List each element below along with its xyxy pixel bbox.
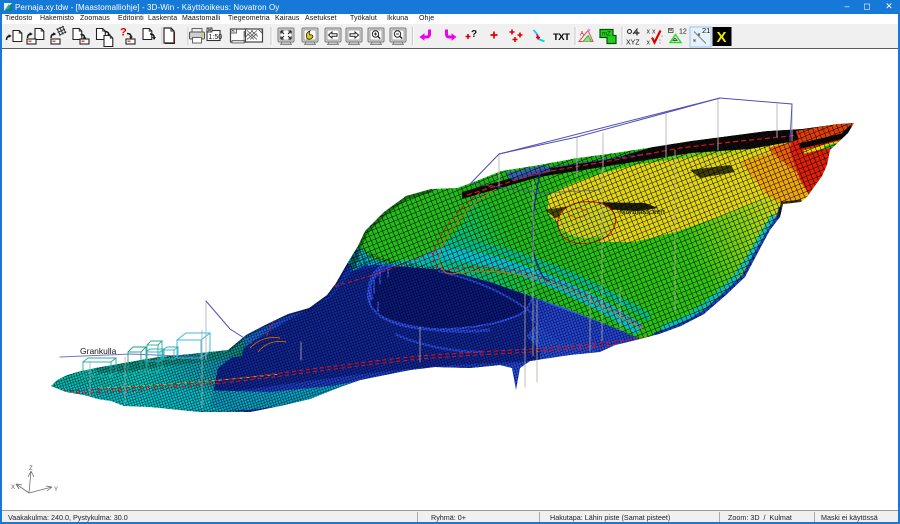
svg-text:X: X — [11, 485, 15, 491]
svg-text:mZ: mZ — [602, 32, 611, 38]
svg-text:1:50: 1:50 — [209, 34, 223, 41]
svg-text:TXT: TXT — [553, 32, 570, 43]
svg-text:?: ? — [471, 29, 477, 40]
svg-text:x: x — [647, 40, 651, 47]
svg-text:Y: Y — [54, 487, 58, 493]
svg-text:12: 12 — [679, 29, 687, 36]
svg-text:x x: x x — [647, 29, 656, 36]
svg-text:XYZ: XYZ — [626, 40, 640, 47]
svg-text:Moränbacken: Moränbacken — [619, 207, 666, 216]
svg-text:?: ? — [120, 27, 127, 39]
svg-text:A: A — [580, 32, 584, 38]
svg-text:X: X — [717, 29, 727, 46]
svg-text:Z: Z — [29, 466, 33, 472]
svg-text:Grankulla: Grankulla — [80, 346, 117, 356]
svg-text:21: 21 — [702, 26, 710, 35]
